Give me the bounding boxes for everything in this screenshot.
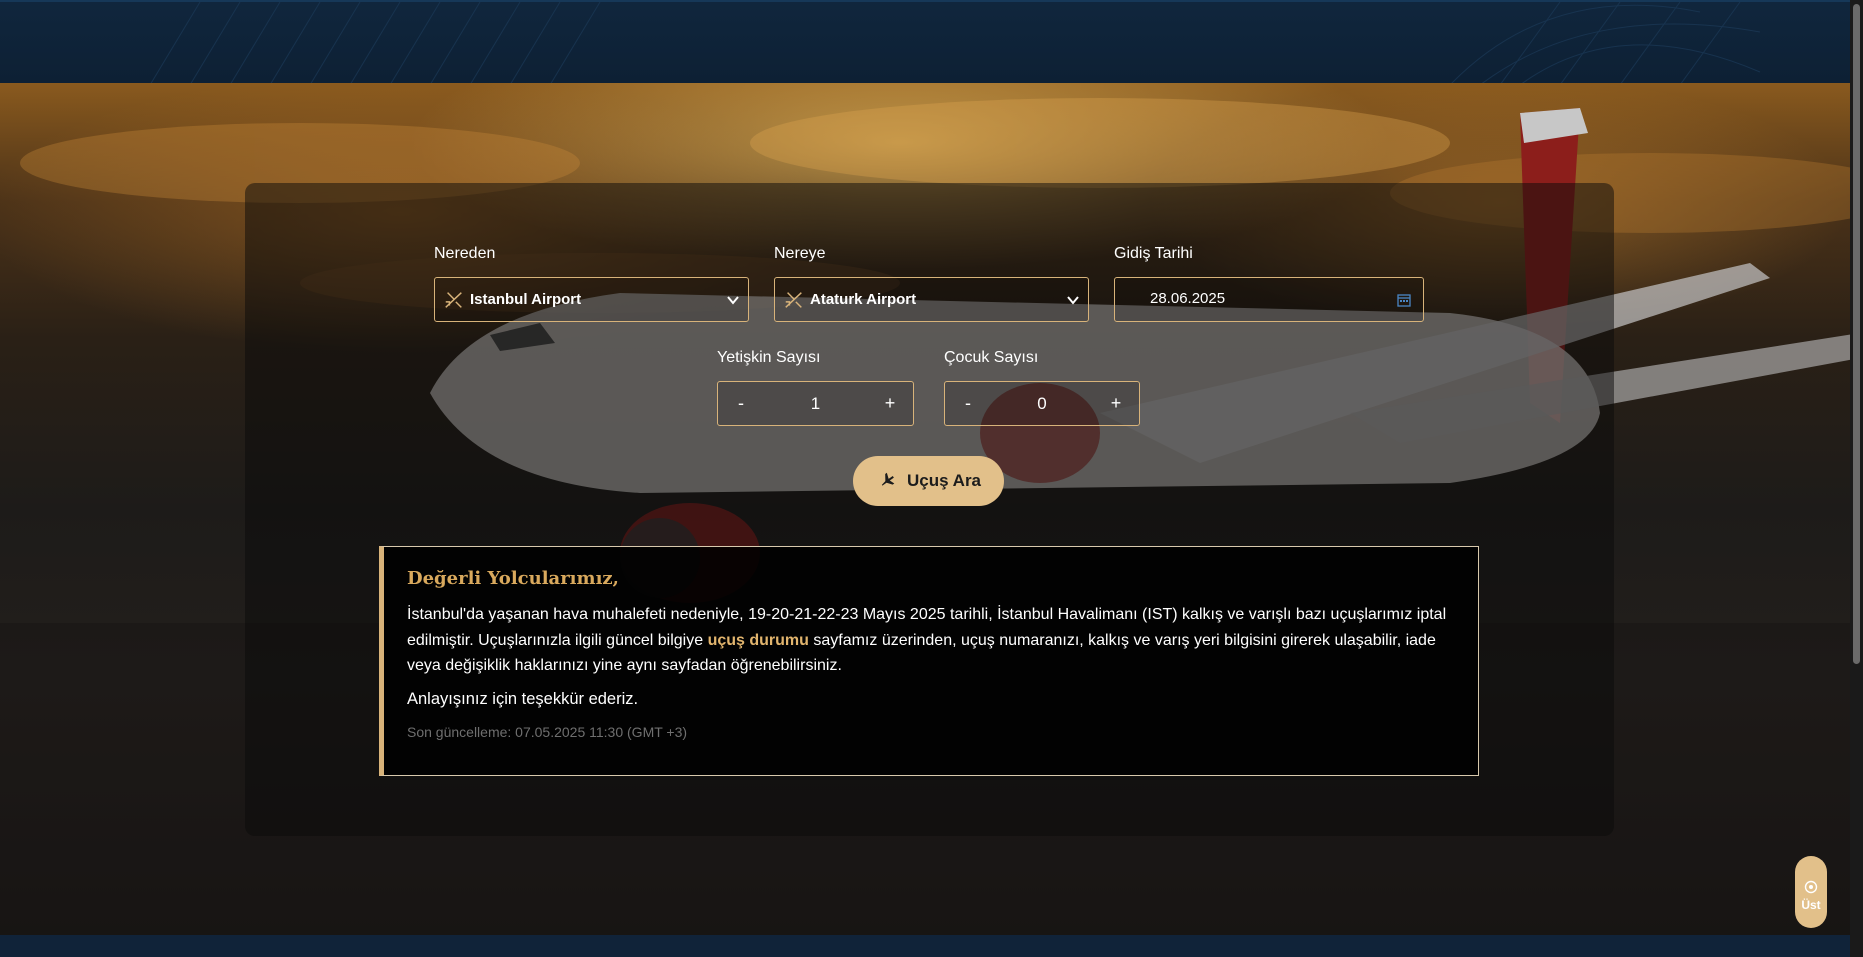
announcement-thanks: Anlayışınız için teşekkür ederiz.	[407, 690, 639, 708]
chevron-down-icon[interactable]	[1066, 293, 1080, 307]
back-to-top-button[interactable]: Üst	[1795, 856, 1827, 928]
announcement-title: Değerli Yolcularımız,	[407, 568, 619, 589]
adults-stepper: - 1 +	[717, 381, 914, 426]
from-label: Nereden	[434, 245, 496, 262]
adults-count[interactable]: 1	[811, 394, 820, 414]
plane-departure-icon	[445, 292, 462, 308]
chevron-down-icon[interactable]	[726, 293, 740, 307]
header-decoration	[150, 2, 1761, 83]
search-flight-button[interactable]: Uçuş Ara	[853, 456, 1004, 506]
flight-status-link[interactable]: uçuş durumu	[708, 632, 809, 649]
adults-label: Yetişkin Sayısı	[717, 349, 821, 366]
departure-date-input[interactable]: 28.06.2025	[1114, 277, 1424, 322]
departure-date-label: Gidiş Tarihi	[1114, 245, 1193, 262]
to-select[interactable]: Ataturk Airport	[774, 277, 1089, 322]
plane-departure-icon	[785, 292, 802, 308]
from-select[interactable]: Istanbul Airport	[434, 277, 749, 322]
announcement-body: İstanbul'da yaşanan hava muhalefeti nede…	[407, 602, 1467, 679]
children-stepper: - 0 +	[944, 381, 1140, 426]
search-flight-label: Uçuş Ara	[907, 471, 982, 490]
page-scrollbar[interactable]	[1850, 0, 1863, 957]
from-value: Istanbul Airport	[470, 291, 582, 308]
adults-minus-button[interactable]: -	[728, 390, 754, 416]
departure-date-value: 28.06.2025	[1150, 290, 1226, 307]
scrollbar-thumb[interactable]	[1853, 4, 1860, 664]
header-bar	[0, 0, 1863, 83]
calendar-icon[interactable]	[1397, 293, 1411, 307]
children-plus-button[interactable]: +	[1103, 390, 1129, 416]
adults-plus-button[interactable]: +	[877, 390, 903, 416]
arrow-up-circle-icon	[1804, 880, 1818, 894]
to-label: Nereye	[774, 245, 826, 262]
children-count[interactable]: 0	[1037, 394, 1046, 414]
last-updated-text: Son güncelleme: 07.05.2025 11:30 (GMT +3…	[407, 724, 688, 740]
back-to-top-label: Üst	[1801, 898, 1821, 912]
plane-icon	[881, 472, 895, 486]
children-minus-button[interactable]: -	[955, 390, 981, 416]
to-value: Ataturk Airport	[810, 291, 917, 308]
children-label: Çocuk Sayısı	[944, 349, 1039, 366]
footer-strip	[0, 935, 1863, 957]
announcement-box: Değerli Yolcularımız, İstanbul'da yaşana…	[379, 546, 1479, 776]
